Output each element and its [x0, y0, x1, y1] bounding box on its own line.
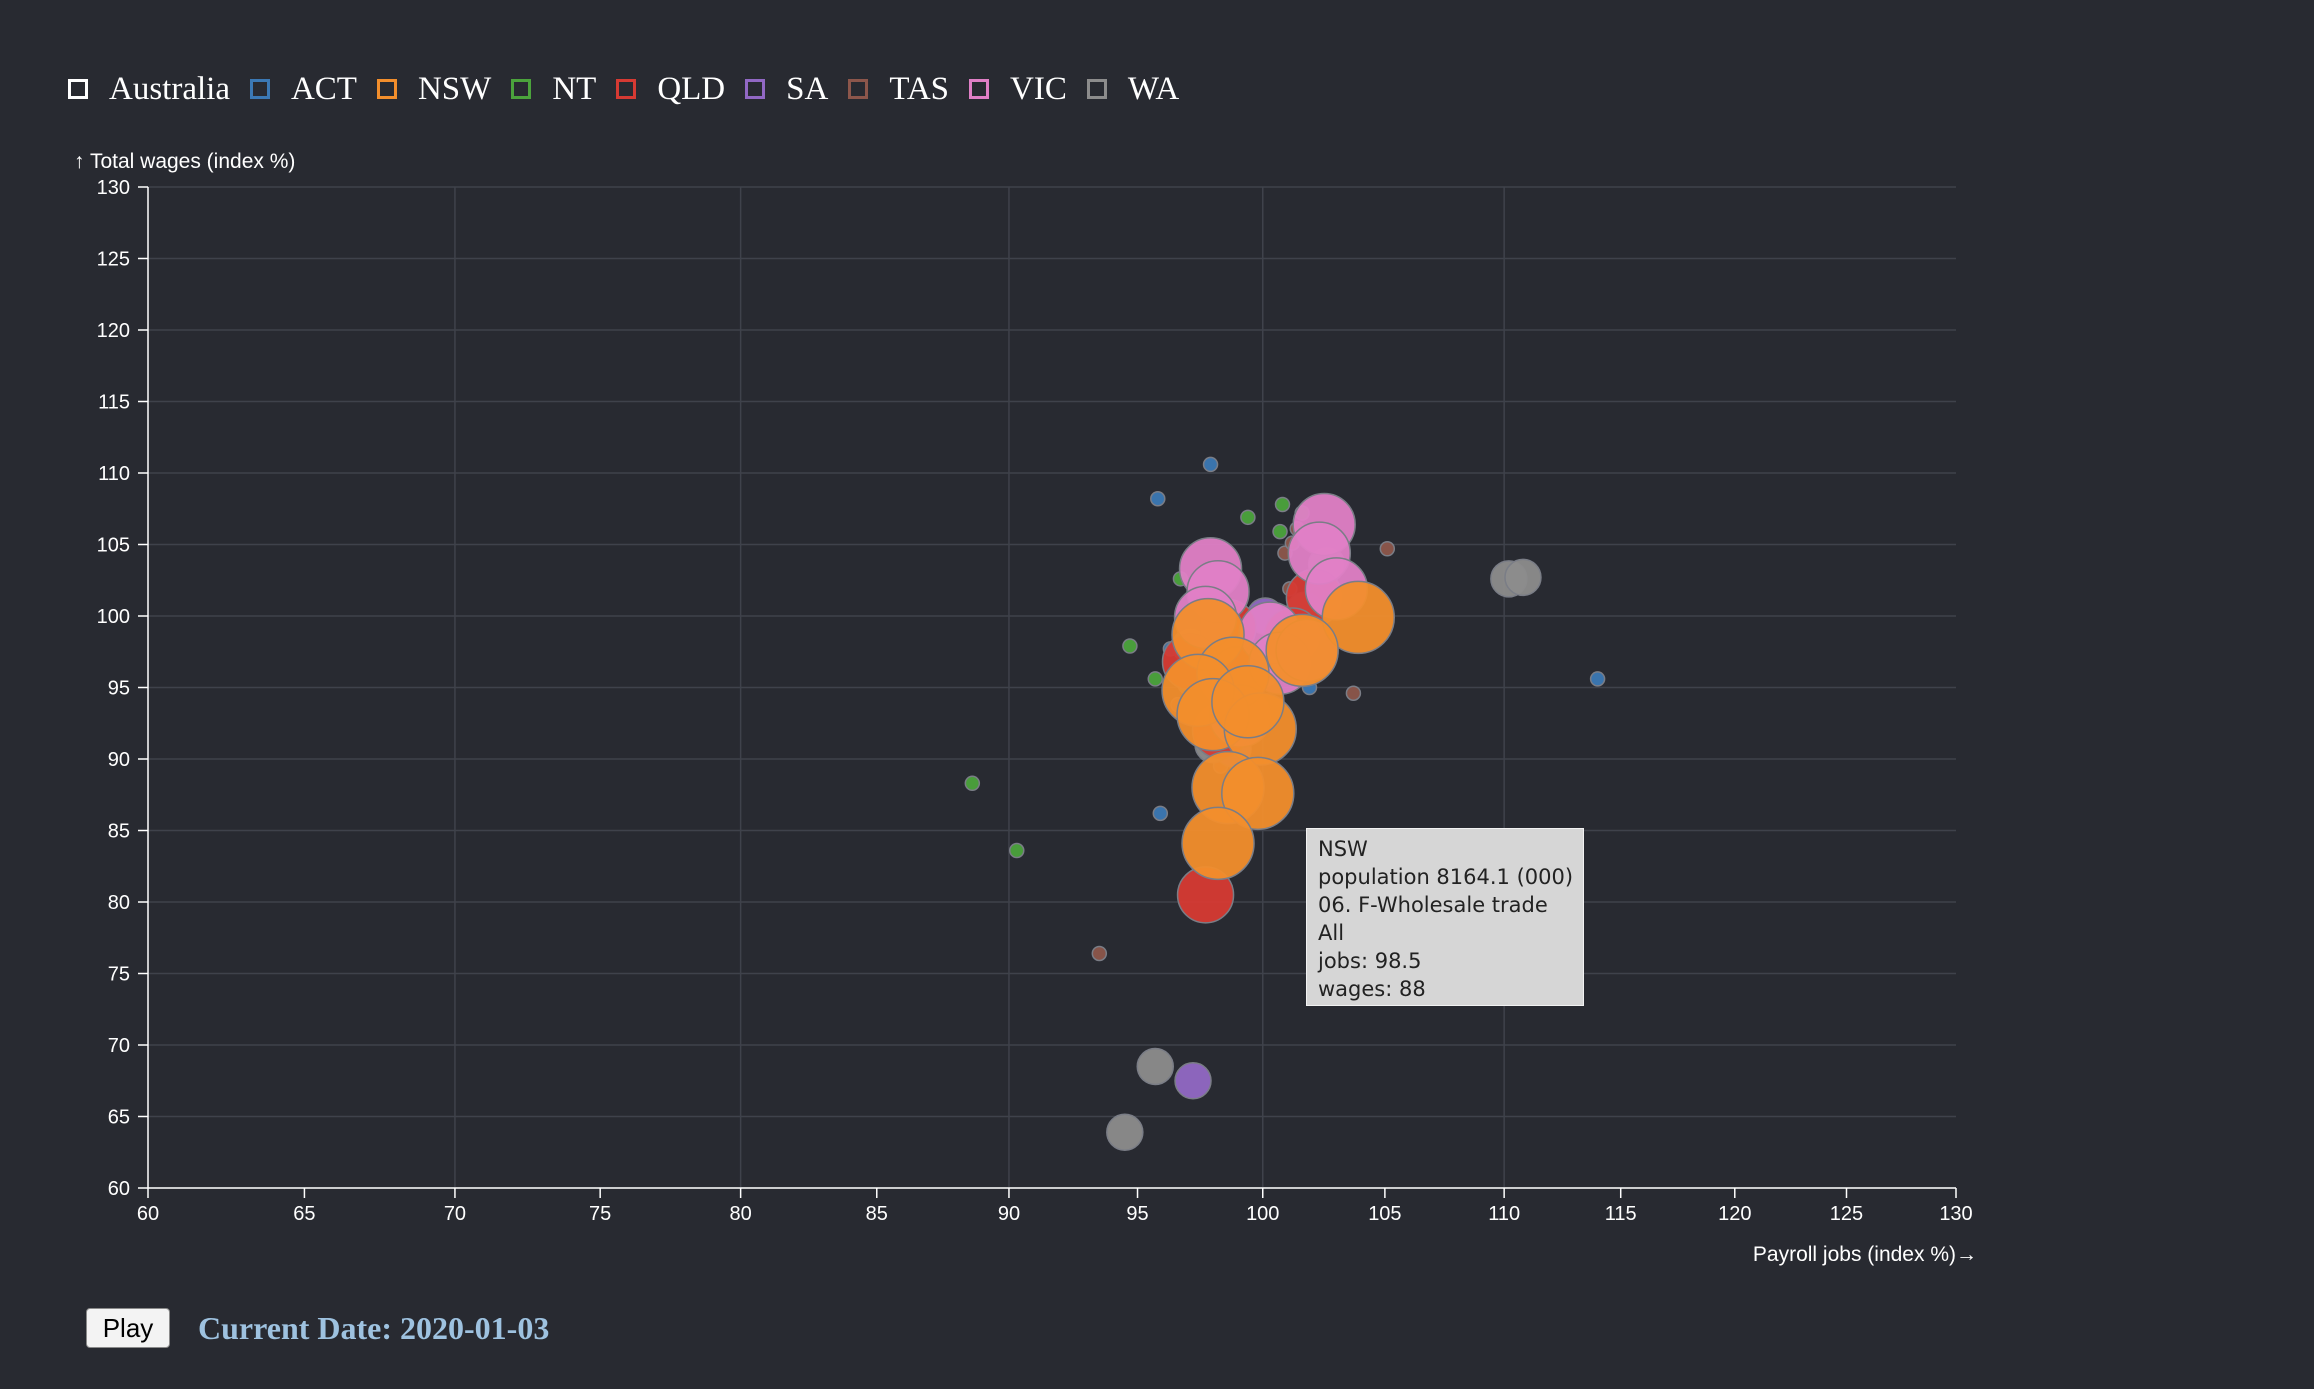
point-act[interactable]	[1150, 490, 1166, 507]
point-nt[interactable]	[1009, 842, 1025, 859]
data-points	[964, 456, 1606, 1151]
point-nt[interactable]	[1274, 496, 1291, 513]
x-tick-label: 100	[1246, 1203, 1279, 1225]
point-nsw[interactable]	[1181, 806, 1255, 881]
y-tick-label: 60	[108, 1178, 130, 1200]
point-act[interactable]	[1202, 456, 1219, 473]
x-axis-title: Payroll jobs (index %)→	[1753, 1243, 1977, 1266]
y-axis-title: ↑ Total wages (index %)	[74, 150, 295, 173]
y-tick-label: 115	[98, 392, 130, 414]
point-nsw[interactable]	[1211, 665, 1285, 739]
x-tick-label: 130	[1939, 1203, 1972, 1225]
x-tick-label: 95	[1126, 1203, 1148, 1225]
y-tick-label: 130	[97, 177, 130, 199]
point-wa[interactable]	[1504, 558, 1542, 597]
point-nt[interactable]	[1147, 671, 1164, 687]
point-nt[interactable]	[964, 775, 981, 792]
point-nsw[interactable]	[1265, 613, 1339, 688]
tooltip: NSW population 8164.1 (000) 06. F-Wholesal…	[1306, 828, 1584, 1006]
x-tick-label: 60	[137, 1203, 159, 1225]
grid	[148, 186, 1956, 1189]
playback-controls: Play Current Date: 2020-01-03	[86, 1308, 549, 1348]
x-tick-label: 85	[866, 1203, 888, 1225]
point-tas[interactable]	[1345, 685, 1362, 701]
x-tick-label: 115	[1605, 1203, 1637, 1225]
tooltip-line: jobs: 98.5	[1318, 949, 1422, 973]
y-tick-label: 110	[98, 463, 130, 485]
axes: 60 65 70 75 80 85 90 95 100 105 110 115 120 125 130 60 6…	[97, 177, 1973, 1225]
x-tick-label: 110	[1488, 1203, 1520, 1225]
y-tick-label: 100	[97, 606, 130, 628]
y-tick-label: 95	[108, 678, 130, 700]
x-tick-label: 70	[444, 1203, 466, 1225]
point-wa[interactable]	[1136, 1047, 1175, 1086]
y-tick-label: 120	[97, 320, 130, 342]
point-nt[interactable]	[1272, 523, 1288, 540]
x-tick-label: 120	[1718, 1203, 1751, 1225]
point-act[interactable]	[1589, 671, 1606, 687]
tooltip-line: NSW	[1318, 837, 1368, 861]
x-tick-label: 90	[998, 1203, 1020, 1225]
y-tick-label: 70	[108, 1035, 130, 1057]
x-tick-label: 75	[589, 1203, 611, 1225]
current-date-label: Current Date: 2020-01-03	[198, 1309, 550, 1346]
y-tick-label: 85	[108, 821, 130, 843]
y-tick-label: 75	[108, 964, 130, 986]
scatter-chart: 60 65 70 75 80 85 90 95 100 105 110 115 120 125 130 60 6…	[74, 150, 1977, 1266]
tooltip-line: wages: 88	[1318, 977, 1426, 1001]
point-nt[interactable]	[1240, 509, 1256, 526]
y-tick-label: 90	[108, 749, 130, 771]
y-tick-label: 65	[108, 1107, 130, 1129]
play-button[interactable]: Play	[86, 1308, 170, 1348]
point-nt[interactable]	[1122, 638, 1138, 654]
point-sa[interactable]	[1174, 1062, 1212, 1100]
x-tick-label: 80	[730, 1203, 752, 1225]
point-tas[interactable]	[1091, 945, 1108, 962]
tooltip-line: All	[1318, 921, 1345, 945]
point-wa[interactable]	[1106, 1113, 1144, 1151]
x-tick-label: 125	[1830, 1203, 1863, 1225]
x-tick-label: 105	[1368, 1203, 1401, 1225]
y-tick-label: 80	[108, 892, 130, 914]
y-tick-label: 125	[97, 249, 130, 271]
point-tas[interactable]	[1379, 541, 1396, 557]
tooltip-line: 06. F-Wholesale trade	[1318, 893, 1548, 917]
y-tick-label: 105	[97, 535, 130, 557]
point-act[interactable]	[1152, 805, 1169, 822]
tooltip-line: population 8164.1 (000)	[1318, 865, 1574, 889]
x-tick-label: 65	[293, 1203, 315, 1225]
